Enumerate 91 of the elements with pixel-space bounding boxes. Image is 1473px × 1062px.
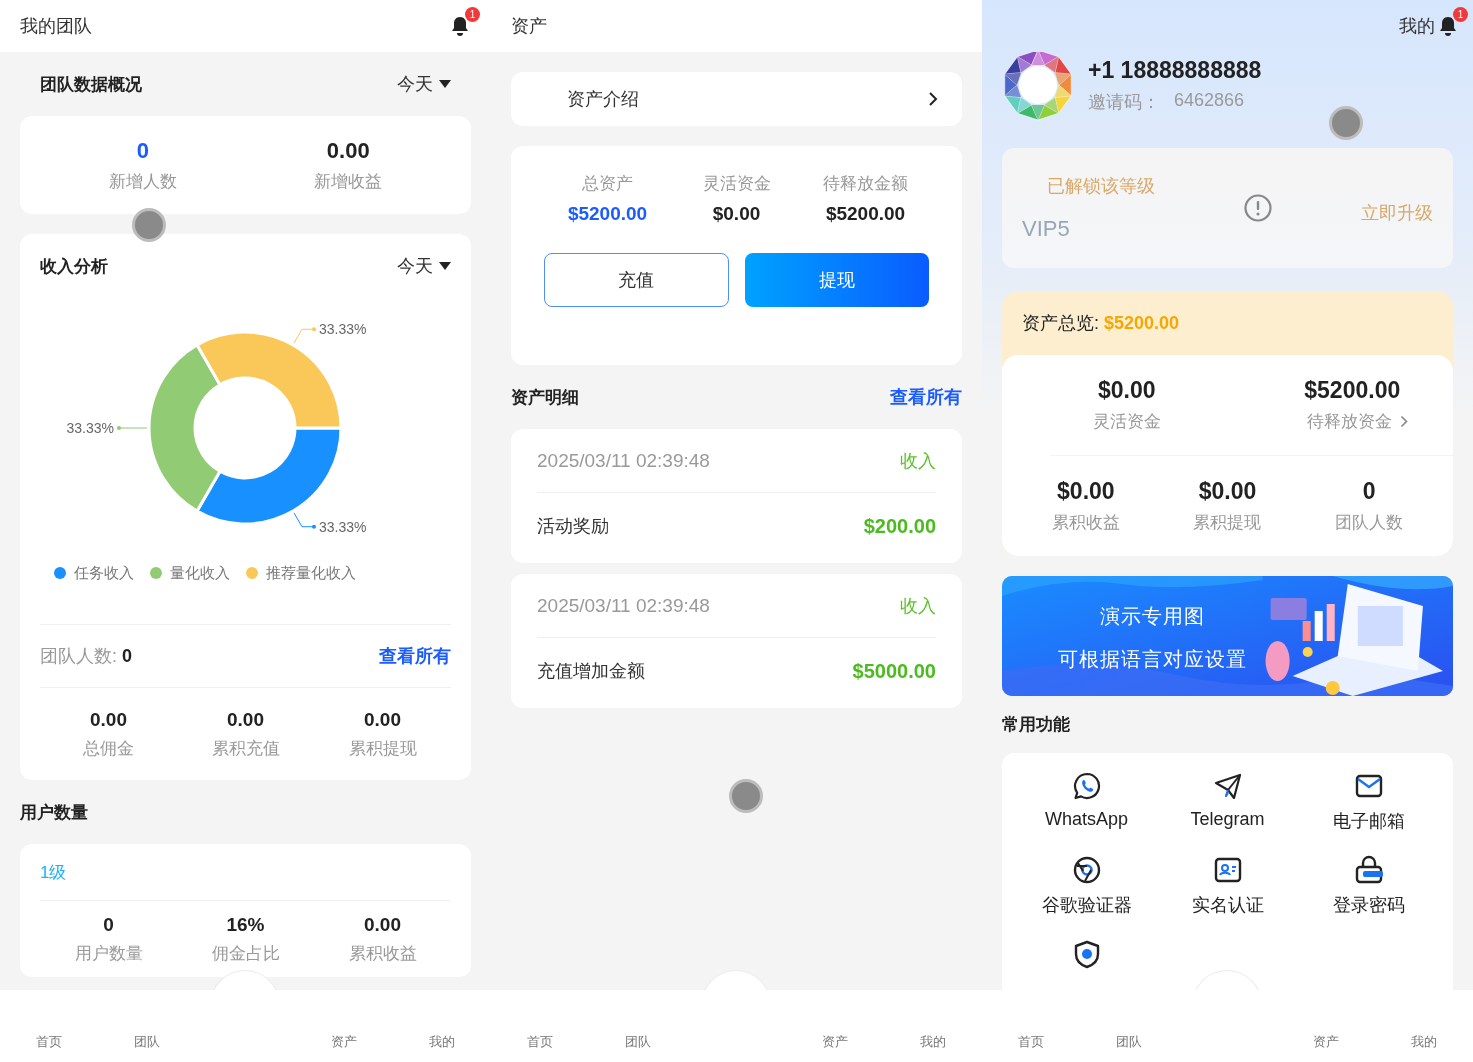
stat-value: 0.00 xyxy=(326,137,370,164)
stat-value: 0.00 xyxy=(364,708,401,731)
tab-item[interactable]: 团队 xyxy=(625,1033,652,1051)
record-time: 2025/03/11 02:39:48 xyxy=(537,449,710,472)
tab-item[interactable]: 我的 xyxy=(1410,1033,1437,1051)
stat-label: 佣金占比 xyxy=(211,942,280,965)
asset-intro-link[interactable]: 资产介绍 xyxy=(511,72,962,126)
banner-text: 演示专用图 xyxy=(1099,604,1205,629)
record-amount: $5000.00 xyxy=(852,659,936,683)
asset-value: $5200.00 xyxy=(1304,377,1401,404)
section-title: 资产明细 xyxy=(511,386,579,409)
banner-text: 可根据语言对应设置 xyxy=(1057,647,1247,672)
record-type: 收入 xyxy=(900,594,936,618)
function-item[interactable]: Telegram xyxy=(1157,771,1298,849)
tab-item[interactable]: 团队 xyxy=(134,1033,161,1051)
stat-label: 累积收益 xyxy=(348,942,417,965)
stat-value: 0.00 xyxy=(227,708,264,731)
notification-badge: 1 xyxy=(1453,7,1468,22)
record-title: 充值增加金额 xyxy=(537,660,645,683)
stat-value: 0 xyxy=(136,137,149,164)
asset-label: 团队人数 xyxy=(1335,512,1404,534)
stat-value: 0.00 xyxy=(90,708,127,731)
function-item[interactable]: 登录密码 xyxy=(1298,855,1439,933)
balance-value: $5200.00 xyxy=(567,203,648,225)
function-item[interactable]: 谷歌验证器 xyxy=(1016,855,1157,933)
asset-label: 累积收益 xyxy=(1051,512,1120,534)
view-all-link[interactable]: 查看所有 xyxy=(379,644,451,668)
tab-item[interactable]: 首页 xyxy=(36,1033,63,1051)
tab-item[interactable]: 资产 xyxy=(330,1033,357,1051)
asset-label: 灵活资金 xyxy=(1092,411,1161,433)
withdraw-button[interactable]: 提现 xyxy=(744,253,929,307)
page-title: 我的 xyxy=(1399,15,1435,38)
tab-item[interactable]: 首页 xyxy=(527,1033,554,1051)
balance-value: $5200.00 xyxy=(825,203,906,225)
period-dropdown[interactable]: 今天 xyxy=(397,254,451,278)
stat-label: 用户数量 xyxy=(74,942,143,965)
data-label: 33.33% xyxy=(319,518,367,535)
tab-item[interactable]: 我的 xyxy=(428,1033,455,1051)
vip-status: 已解锁该等级 xyxy=(1046,175,1155,198)
stat-value: 16% xyxy=(226,913,265,936)
record-title: 活动奖励 xyxy=(537,515,609,538)
balance-label: 总资产 xyxy=(582,173,633,195)
stat-value: 0 xyxy=(103,913,114,936)
stat-label: 总佣金 xyxy=(83,737,134,760)
tier-label: 1级 xyxy=(40,861,67,884)
stat-label: 累积充值 xyxy=(211,737,280,760)
notification-badge: 1 xyxy=(465,7,480,22)
invite-label: 邀请码： xyxy=(1088,90,1160,114)
page-title: 资产 xyxy=(511,15,547,38)
tab-item[interactable]: 资产 xyxy=(1312,1033,1339,1051)
record-amount: $200.00 xyxy=(863,514,936,538)
tab-item[interactable]: 我的 xyxy=(919,1033,946,1051)
balance-label: 灵活资金 xyxy=(702,173,771,195)
page-title: 我的团队 xyxy=(20,15,92,38)
stat-value: 0.00 xyxy=(364,913,401,936)
phone-number: +1 18888888888 xyxy=(1088,56,1262,84)
legend-label: 量化收入 xyxy=(170,563,230,583)
stat-label: 新增收益 xyxy=(314,170,383,193)
asset-label: 累积提现 xyxy=(1193,512,1262,534)
function-item[interactable]: 电子邮箱 xyxy=(1298,771,1439,849)
section-title: 常用功能 xyxy=(1002,714,1070,736)
record-time: 2025/03/11 02:39:48 xyxy=(537,594,710,617)
section-title: 收入分析 xyxy=(40,255,108,278)
stat-label: 累积提现 xyxy=(348,737,417,760)
invite-code: 6462866 xyxy=(1174,89,1245,112)
asset-value: $0.00 xyxy=(1057,478,1115,505)
section-title: 团队数据概况 xyxy=(40,73,142,96)
view-all-link[interactable]: 查看所有 xyxy=(890,385,962,409)
legend-label: 推荐量化收入 xyxy=(266,563,356,583)
recharge-button[interactable]: 充值 xyxy=(544,253,729,307)
function-item[interactable]: WhatsApp xyxy=(1016,771,1157,849)
tab-item[interactable]: 首页 xyxy=(1018,1033,1045,1051)
pending-funds-link[interactable]: 待释放资金 xyxy=(1306,410,1408,433)
tab-item[interactable]: 团队 xyxy=(1116,1033,1143,1051)
tab-item[interactable]: 资产 xyxy=(821,1033,848,1051)
asset-total: 资产总览: $5200.00 xyxy=(1022,312,1180,335)
team-count: 团队人数: 0 xyxy=(40,645,133,668)
balance-label: 待释放金额 xyxy=(823,173,908,195)
asset-value: 0 xyxy=(1362,478,1376,505)
data-label: 33.33% xyxy=(66,420,114,436)
balance-value: $0.00 xyxy=(712,203,761,225)
vip-level: VIP5 xyxy=(1022,216,1071,242)
asset-value: $0.00 xyxy=(1198,478,1257,505)
section-title: 用户数量 xyxy=(20,801,88,824)
asset-value: $0.00 xyxy=(1097,377,1156,404)
data-label: 33.33% xyxy=(319,321,367,338)
stat-label: 新增人数 xyxy=(108,170,177,193)
function-item[interactable]: 实名认证 xyxy=(1157,855,1298,933)
period-dropdown[interactable]: 今天 xyxy=(397,72,451,96)
legend-label: 任务收入 xyxy=(74,563,134,583)
record-type: 收入 xyxy=(900,449,936,473)
